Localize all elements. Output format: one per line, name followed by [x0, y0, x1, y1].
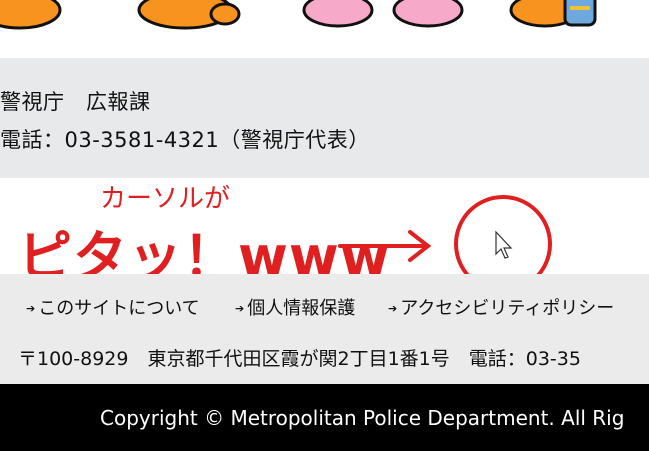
department-name: 警視庁 広報課: [0, 90, 151, 114]
arrow-right-icon: ➔: [235, 302, 245, 315]
contact-info-box: 警視庁 広報課 電話：03-3581-4321（警視庁代表）: [0, 58, 649, 178]
copyright-bar: Copyright © Metropolitan Police Departme…: [0, 384, 649, 451]
footer-nav: ➔ このサイトについて ➔ 個人情報保護 ➔ アクセシビリティポリシー 〒100-89…: [0, 274, 649, 384]
footer-link-privacy[interactable]: ➔ 個人情報保護: [235, 294, 355, 320]
footer-link-about-site[interactable]: ➔ このサイトについて: [26, 294, 200, 320]
annotation-arrow: [338, 230, 432, 262]
annotation-graphics: [338, 195, 552, 278]
footer-link-label: このサイトについて: [38, 298, 200, 319]
mascot-feet-illustration: [0, 0, 597, 30]
arrow-right-icon: ➔: [388, 302, 398, 315]
footer-link-label: 個人情報保護: [247, 298, 356, 319]
footer-link-accessibility[interactable]: ➔ アクセシビリティポリシー: [388, 294, 614, 320]
mascot-illustration-strip: [0, 0, 649, 58]
copyright-text: Copyright © Metropolitan Police Departme…: [100, 406, 625, 430]
footer-address: 〒100-8929 東京都千代田区霞が関2丁目1番1号 電話：03-35: [18, 348, 581, 370]
footer-link-label: アクセシビリティポリシー: [400, 298, 615, 319]
arrow-right-icon: ➔: [26, 302, 36, 315]
annotation-circle: [454, 195, 552, 278]
phone-number: 電話：03-3581-4321（警視庁代表）: [0, 128, 370, 152]
mouse-cursor-icon: [495, 230, 513, 259]
